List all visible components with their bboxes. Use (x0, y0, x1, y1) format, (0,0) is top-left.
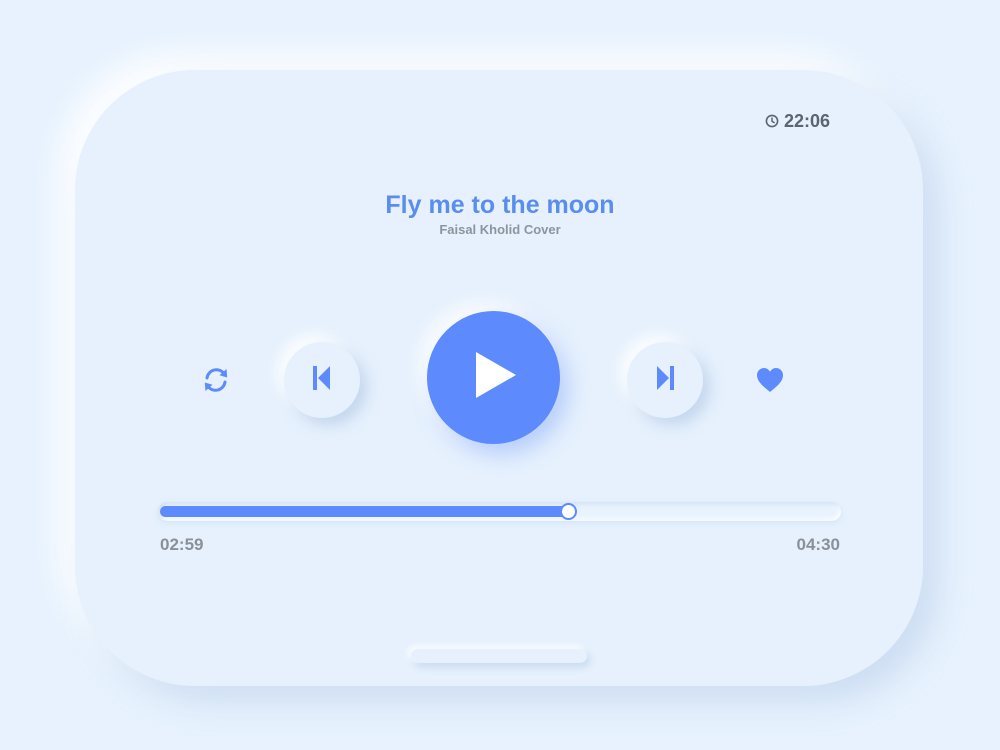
skip-next-icon (653, 364, 677, 397)
repeat-button[interactable] (196, 362, 236, 402)
progress-thumb[interactable] (559, 503, 577, 520)
elapsed-time: 02:59 (160, 535, 204, 554)
song-title: Fly me to the moon (385, 191, 615, 219)
play-icon (470, 349, 518, 406)
like-button[interactable] (750, 362, 790, 402)
song-artist: Faisal Kholid Cover (439, 222, 561, 237)
clock-icon (765, 114, 779, 128)
clock-time: 22:06 (784, 110, 831, 131)
total-time: 04:30 (796, 535, 840, 554)
skip-previous-icon (310, 364, 334, 397)
heart-icon (755, 366, 785, 399)
previous-track-button[interactable] (284, 342, 360, 418)
status-clock: 22:06 (765, 110, 830, 132)
repeat-icon (200, 364, 232, 401)
play-button[interactable] (427, 311, 560, 444)
home-indicator[interactable] (411, 649, 587, 663)
progress-fill (160, 506, 568, 517)
next-track-button[interactable] (627, 342, 703, 418)
progress-slider[interactable] (158, 502, 841, 521)
music-player-screen: 22:06 Fly me to the moon Faisal Kholid C… (0, 0, 1000, 750)
